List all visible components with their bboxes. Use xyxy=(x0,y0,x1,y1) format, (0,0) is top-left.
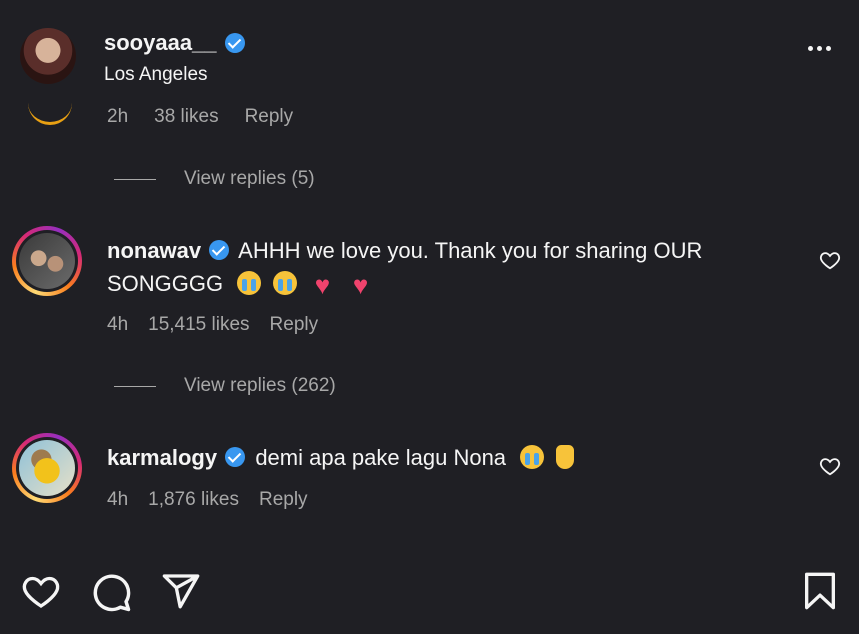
reply-button[interactable]: Reply xyxy=(259,489,308,511)
comment-username[interactable]: karmalogy xyxy=(107,445,217,470)
more-horizontal-icon[interactable] xyxy=(808,46,831,51)
loudly-crying-emoji-icon xyxy=(520,445,545,469)
like-comment-heart-icon[interactable] xyxy=(819,249,841,271)
comment-nonawav: nonawav AHHH we love you. Thank you for … xyxy=(107,234,787,300)
comment-time: 4h xyxy=(107,314,129,335)
verified-badge-icon xyxy=(225,447,246,467)
comment-username[interactable]: nonawav xyxy=(107,238,201,263)
comment-time: 4h xyxy=(107,489,129,510)
comment-time: 2h xyxy=(107,106,129,127)
comment-avatar-nonawav[interactable] xyxy=(12,226,82,296)
view-replies-label[interactable]: View replies (5) xyxy=(184,168,315,190)
comment-likes[interactable]: 38 likes xyxy=(154,106,218,128)
paper-plane-icon[interactable] xyxy=(160,571,202,611)
comment-meta: 4h 1,876 likes Reply xyxy=(107,489,308,511)
heart-icon[interactable] xyxy=(20,571,62,611)
author-avatar[interactable] xyxy=(20,28,76,84)
heart-emoji-icon: ♥ xyxy=(352,270,369,300)
author-username[interactable]: sooyaaa__ xyxy=(104,30,217,56)
post-header: sooyaaa__ Los Angeles xyxy=(0,0,859,100)
comment-likes[interactable]: 15,415 likes xyxy=(148,314,249,336)
author-username-row[interactable]: sooyaaa__ xyxy=(104,30,245,56)
crossed-fingers-emoji-icon xyxy=(556,445,575,469)
comment-likes[interactable]: 1,876 likes xyxy=(148,489,239,511)
comment-bubble-icon[interactable] xyxy=(90,571,132,613)
comment-body-line1: AHHH we love you. Thank you for sharing … xyxy=(238,238,703,263)
post-action-bar xyxy=(0,555,859,634)
comment-body: demi apa pake lagu Nona xyxy=(255,445,507,470)
reply-button[interactable]: Reply xyxy=(245,106,294,128)
divider-line xyxy=(114,178,156,180)
comment-karmalogy: karmalogy demi apa pake lagu Nona xyxy=(107,441,787,474)
reply-button[interactable]: Reply xyxy=(270,314,319,336)
previous-comment-meta: 2h 38 likes Reply xyxy=(107,106,293,128)
view-replies-button[interactable]: View replies (5) xyxy=(114,168,315,190)
view-replies-label[interactable]: View replies (262) xyxy=(184,375,336,397)
like-comment-heart-icon[interactable] xyxy=(819,455,841,477)
loudly-crying-emoji-icon xyxy=(237,271,262,295)
divider-line xyxy=(114,385,156,387)
comment-body-line2: SONGGGG xyxy=(107,271,224,296)
heart-emoji-icon: ♥ xyxy=(314,270,331,300)
verified-badge-icon xyxy=(224,33,245,53)
verified-badge-icon xyxy=(209,240,230,260)
comment-meta: 4h 15,415 likes Reply xyxy=(107,314,318,336)
comment-avatar-karmalogy[interactable] xyxy=(12,433,82,503)
bookmark-icon[interactable] xyxy=(800,571,840,611)
view-replies-button[interactable]: View replies (262) xyxy=(114,375,336,397)
post-location[interactable]: Los Angeles xyxy=(104,64,208,86)
loudly-crying-emoji-icon xyxy=(273,271,298,295)
